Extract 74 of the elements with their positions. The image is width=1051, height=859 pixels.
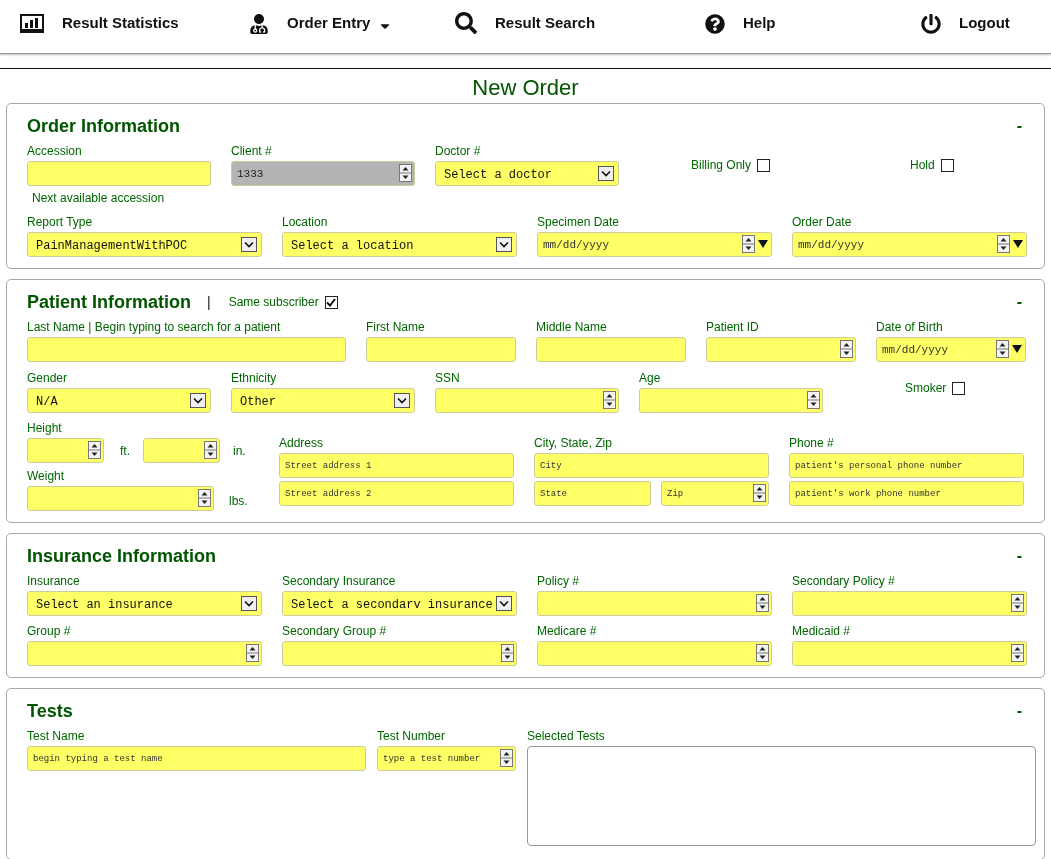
- select-field[interactable]: Select a secondarv insurance: [282, 591, 517, 616]
- collapse-toggle[interactable]: -: [1016, 545, 1024, 567]
- collapse-toggle[interactable]: -: [1016, 291, 1024, 313]
- field-label: Patient ID: [706, 320, 760, 334]
- date-field[interactable]: mm/dd/yyyy: [537, 232, 772, 257]
- field-label: Medicare #: [537, 624, 598, 638]
- field-label: Policy #: [537, 574, 581, 588]
- field-label: Height: [27, 421, 63, 435]
- unit-label: lbs.: [229, 494, 248, 508]
- field-label: Phone #: [789, 436, 835, 450]
- select-field[interactable]: Select a doctor: [435, 161, 619, 186]
- select-field[interactable]: PainManagementWithPOC: [27, 232, 262, 257]
- field-label: City, State, Zip: [534, 436, 613, 450]
- section-heading: Patient Information: [27, 291, 191, 313]
- checkbox-label: Same subscriber: [228, 295, 319, 309]
- checkbox-label: Smoker: [905, 381, 947, 395]
- text-field[interactable]: patient's personal phone number: [789, 453, 1024, 478]
- nav-link[interactable]: Order Entry: [249, 12, 393, 35]
- field-label: Ethnicity: [231, 371, 278, 385]
- page-title: New Order: [472, 75, 579, 101]
- checkbox-label: Billing Only: [691, 158, 752, 172]
- text-field[interactable]: patient's work phone number: [789, 481, 1024, 506]
- field-label: Medicaid #: [792, 624, 852, 638]
- checkbox-label: Hold: [910, 158, 935, 172]
- select-field[interactable]: N/A: [27, 388, 211, 413]
- nav-link[interactable]: Help: [705, 12, 776, 35]
- unit-label: ft.: [120, 442, 130, 460]
- field-label: Test Number: [377, 729, 447, 743]
- field-label: Middle Name: [536, 320, 608, 334]
- select-field[interactable]: Select an insurance: [27, 591, 262, 616]
- field-label: Selected Tests: [527, 729, 606, 743]
- field-label: Location: [282, 215, 329, 229]
- field-label: Client #: [231, 144, 273, 158]
- field-label: Gender: [27, 371, 69, 385]
- number-field[interactable]: Zip: [661, 481, 769, 506]
- nav-link[interactable]: Result Search: [455, 11, 596, 35]
- field-label: Group #: [27, 624, 72, 638]
- nav-link[interactable]: Result Statistics: [20, 12, 179, 35]
- field-label: Date of Birth: [876, 320, 944, 334]
- text-field[interactable]: State: [534, 481, 651, 506]
- text-field[interactable]: Street address 1: [279, 453, 514, 478]
- field-label: SSN: [435, 371, 461, 385]
- number-field[interactable]: type a test number: [377, 746, 516, 771]
- field-label: Address: [279, 436, 325, 450]
- field-label: Secondary Insurance: [282, 574, 397, 588]
- separator-text: |: [207, 293, 211, 312]
- select-field[interactable]: Select a location: [282, 232, 517, 257]
- section-heading: Insurance Information: [27, 545, 217, 567]
- collapse-toggle[interactable]: -: [1016, 115, 1024, 137]
- field-label: Order Date: [792, 215, 853, 229]
- field-label: First Name: [366, 320, 426, 334]
- field-label: Accession: [27, 144, 83, 158]
- unit-label: in.: [233, 442, 246, 460]
- field-label: Age: [639, 371, 662, 385]
- collapse-toggle[interactable]: -: [1016, 700, 1024, 722]
- field-label: Secondary Policy #: [792, 574, 896, 588]
- field-label: Insurance: [27, 574, 81, 588]
- section-heading: Order Information: [27, 115, 180, 137]
- field-label: Test Name: [27, 729, 86, 743]
- section-heading: Tests: [27, 700, 73, 722]
- date-field[interactable]: mm/dd/yyyy: [792, 232, 1027, 257]
- field-label: Weight: [27, 469, 65, 483]
- text-field[interactable]: Street address 2: [279, 481, 514, 506]
- field-label: Report Type: [27, 215, 94, 229]
- field-label: Specimen Date: [537, 215, 621, 229]
- date-field[interactable]: mm/dd/yyyy: [876, 337, 1026, 362]
- field-label: Doctor #: [435, 144, 482, 158]
- text-field[interactable]: City: [534, 453, 769, 478]
- select-field[interactable]: Other: [231, 388, 415, 413]
- hint-text: Next available accession: [31, 191, 166, 205]
- text-field[interactable]: begin typing a test name: [27, 746, 366, 771]
- field-label: Last Name | Begin typing to search for a patient: [27, 320, 282, 334]
- field-label: Secondary Group #: [282, 624, 388, 638]
- nav-link[interactable]: Logout: [921, 12, 1010, 35]
